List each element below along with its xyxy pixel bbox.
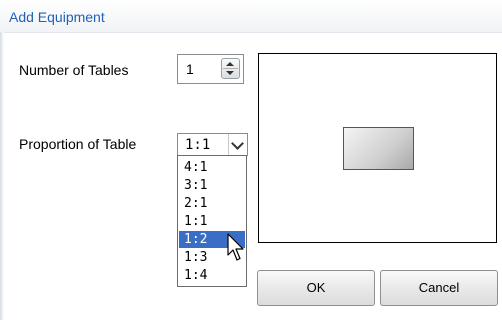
chevron-down-icon — [231, 137, 244, 150]
number-of-tables-value: 1 — [186, 61, 194, 77]
proportion-selected-value: 1:1 — [185, 137, 211, 153]
spinner-buttons — [221, 58, 240, 79]
cancel-button[interactable]: Cancel — [380, 270, 498, 306]
mouse-pointer-icon — [227, 233, 244, 261]
proportion-dropdown-button[interactable] — [228, 134, 248, 155]
proportion-of-table-label: Proportion of Table — [19, 136, 137, 152]
dropdown-option[interactable]: 2:1 — [179, 195, 245, 212]
chevron-down-icon — [226, 71, 234, 75]
proportion-select[interactable]: 1:1 — [177, 133, 248, 156]
dropdown-option[interactable]: 3:1 — [179, 177, 245, 194]
chevron-up-icon — [226, 62, 234, 66]
number-of-tables-label: Number of Tables — [19, 62, 129, 78]
table-preview-panel — [258, 53, 497, 243]
proportion-dropdown-list: 4:1 3:1 2:1 1:1 1:2 1:3 1:4 — [177, 155, 247, 287]
number-of-tables-spinner[interactable]: 1 — [177, 54, 244, 84]
dropdown-option[interactable]: 1:4 — [179, 267, 245, 284]
add-equipment-dialog: Add Equipment Number of Tables 1 Proport… — [0, 0, 502, 320]
dialog-title: Add Equipment — [9, 9, 105, 25]
ok-button[interactable]: OK — [257, 270, 375, 306]
title-bar: Add Equipment — [0, 0, 502, 33]
spinner-divider — [223, 68, 238, 69]
table-preview-shape — [343, 127, 414, 170]
dropdown-option[interactable]: 1:1 — [179, 213, 245, 230]
dialog-left-border — [0, 32, 4, 320]
dropdown-option[interactable]: 4:1 — [179, 159, 245, 176]
